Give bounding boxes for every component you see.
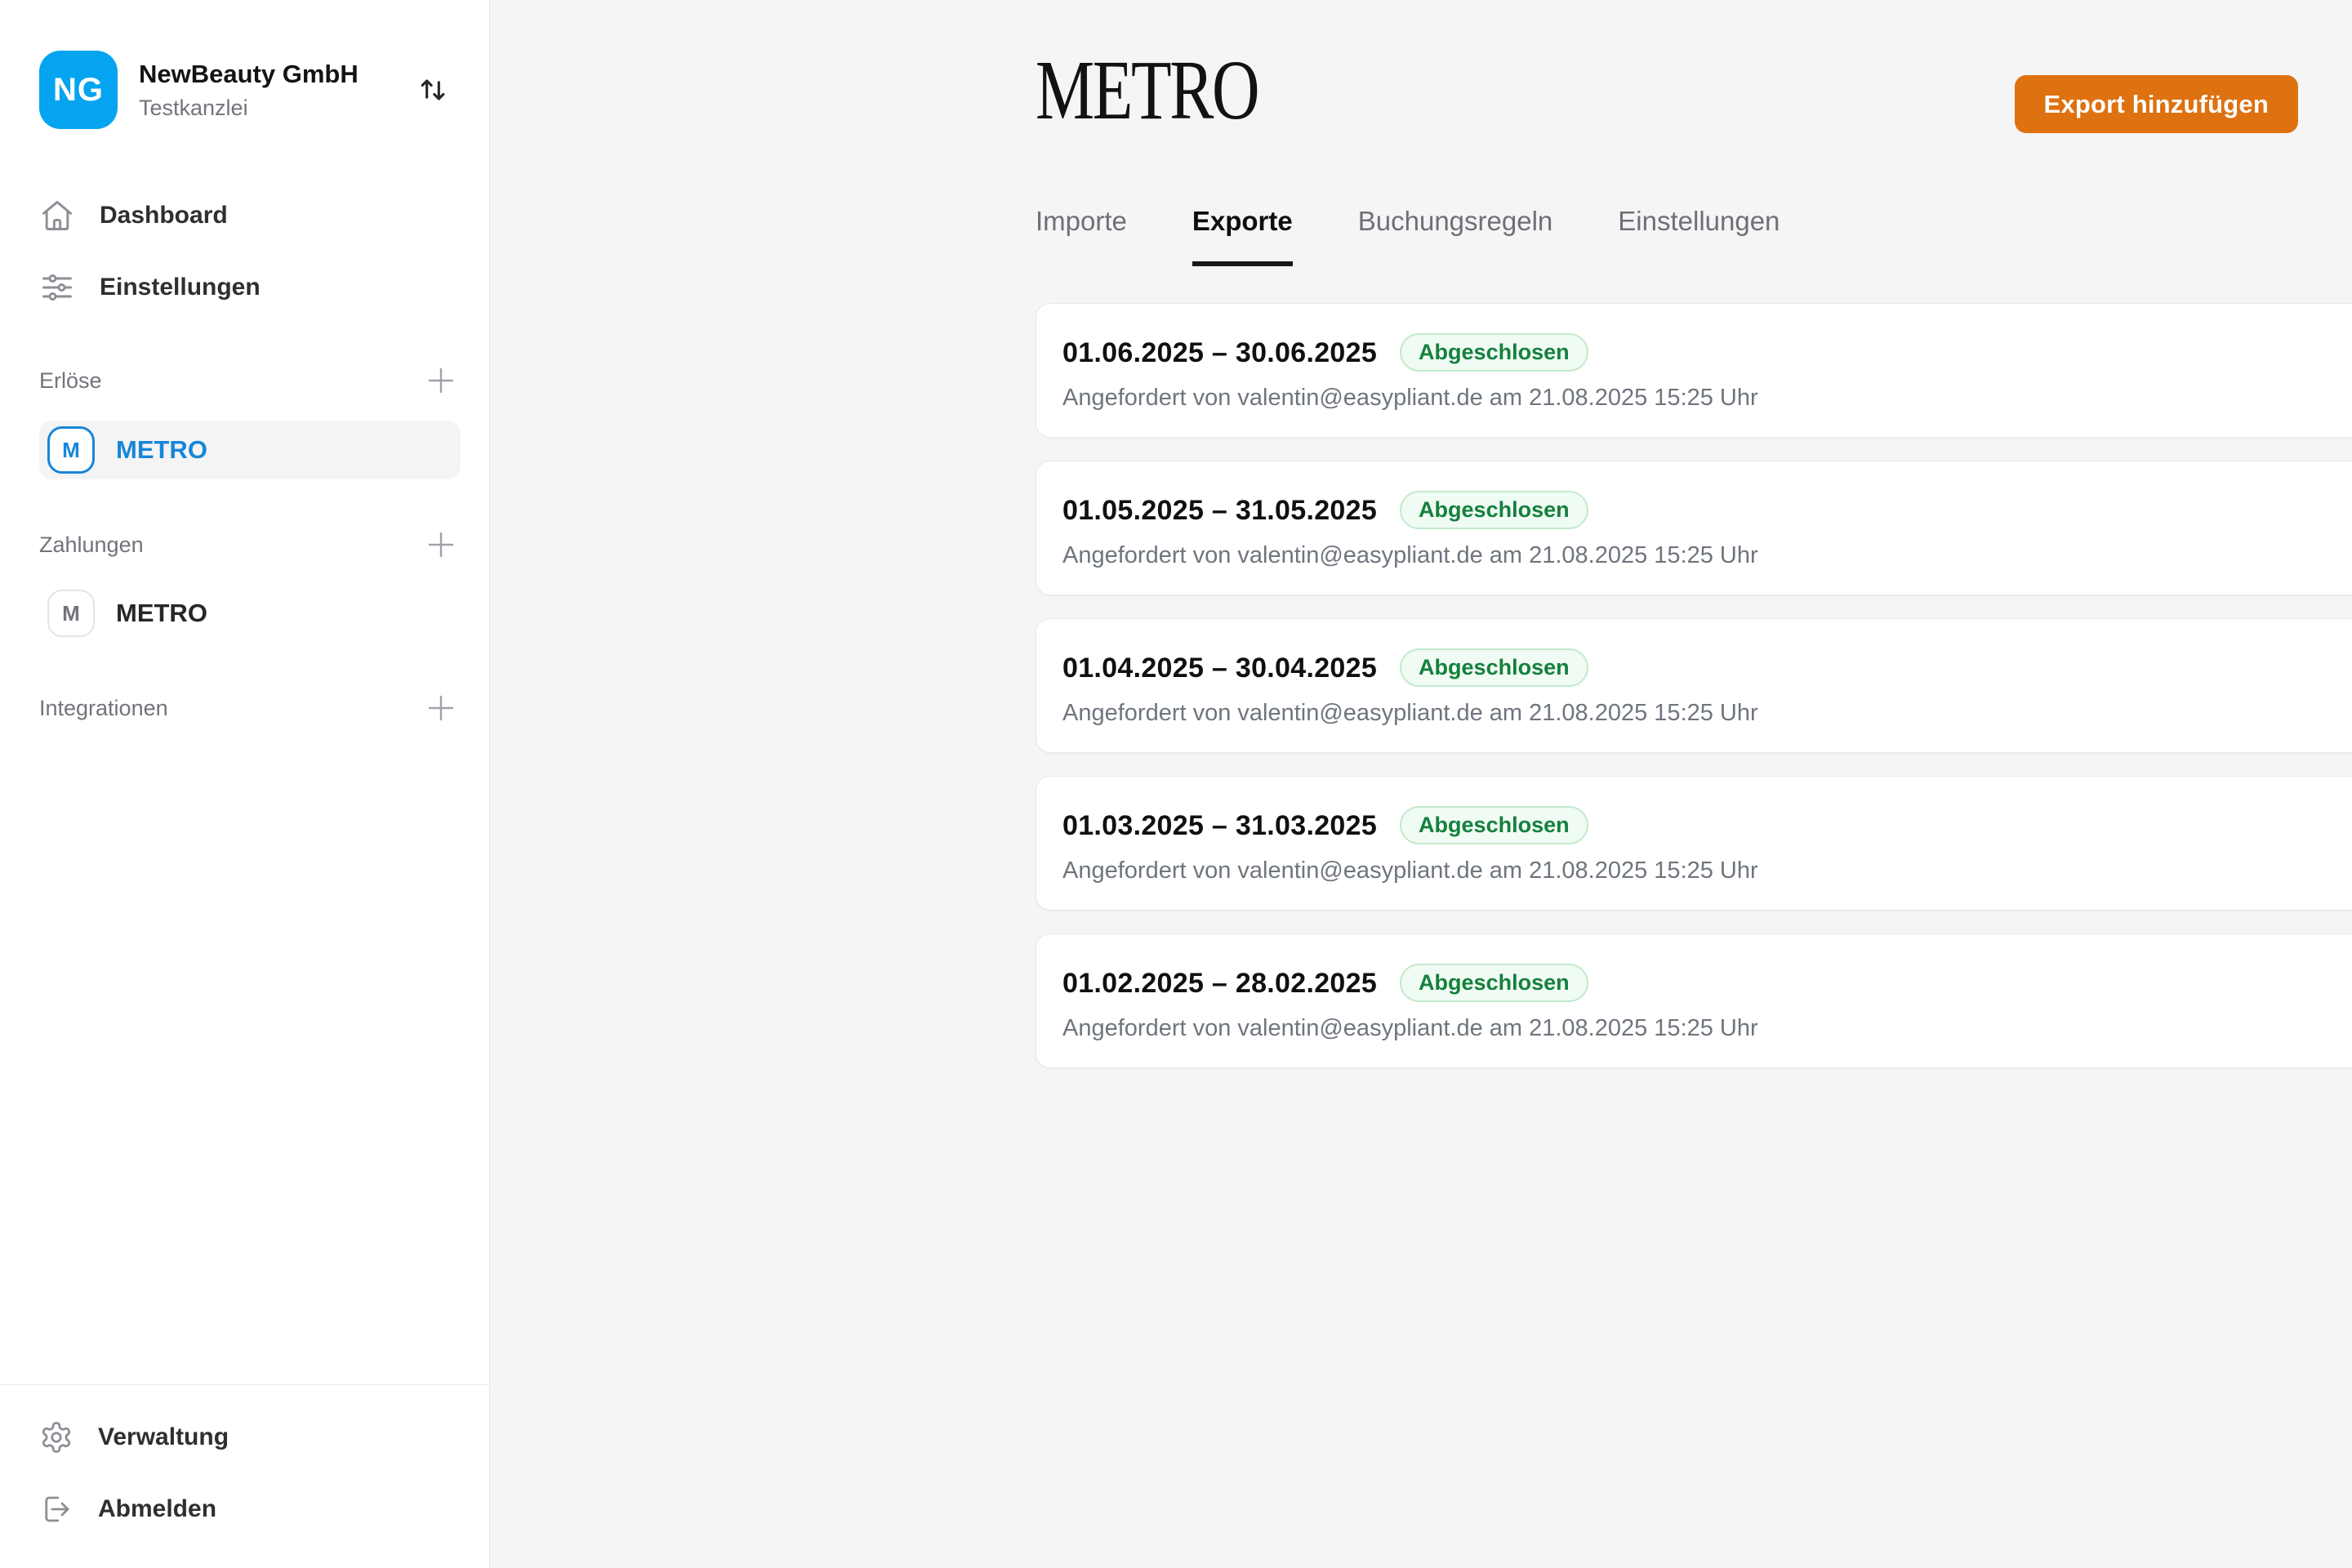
tab-einstellungen[interactable]: Einstellungen: [1618, 206, 1780, 266]
sidebar-item-verwaltung[interactable]: Verwaltung: [39, 1408, 461, 1467]
section-erloese: Erlöse: [39, 351, 461, 410]
sidebar-item-label: METRO: [116, 599, 207, 628]
tab-importe[interactable]: Importe: [1036, 206, 1127, 266]
plus-icon[interactable]: [421, 688, 461, 728]
section-zahlungen: Zahlungen: [39, 515, 461, 574]
export-meta: Angefordert von valentin@easypliant.de a…: [1062, 385, 2352, 410]
sliders-icon: [39, 270, 75, 305]
export-date-range: 01.06.2025 – 30.06.2025: [1062, 336, 1377, 370]
export-date-range: 01.05.2025 – 31.05.2025: [1062, 493, 1377, 528]
plus-icon[interactable]: [421, 361, 461, 400]
status-badge: Abgeschlosen: [1400, 333, 1588, 372]
export-meta: Angefordert von valentin@easypliant.de a…: [1062, 1016, 2352, 1040]
section-label: Integrationen: [39, 696, 168, 721]
tab-buchungsregeln[interactable]: Buchungsregeln: [1358, 206, 1553, 266]
sidebar-item-label: Verwaltung: [98, 1423, 229, 1451]
card-header-row: 01.03.2025 – 31.03.2025 Abgeschlosen: [1062, 806, 2352, 844]
export-card: 01.04.2025 – 30.04.2025 Abgeschlosen Ang…: [1036, 618, 2352, 753]
export-card: 01.02.2025 – 28.02.2025 Abgeschlosen Ang…: [1036, 933, 2352, 1068]
status-badge: Abgeschlosen: [1400, 491, 1588, 529]
export-hinzufuegen-button[interactable]: Export hinzufügen: [2015, 75, 2298, 133]
plus-icon[interactable]: [421, 525, 461, 564]
export-meta: Angefordert von valentin@easypliant.de a…: [1062, 543, 2352, 568]
sidebar-item-metro-zahlungen[interactable]: M METRO: [39, 584, 461, 643]
tab-bar: Importe Exporte Buchungsregeln Einstellu…: [1036, 206, 1780, 266]
org-avatar: NG: [39, 51, 118, 129]
section-integrationen: Integrationen: [39, 679, 461, 737]
sidebar-item-label: Dashboard: [100, 202, 228, 229]
tab-exporte[interactable]: Exporte: [1192, 206, 1293, 266]
export-meta: Angefordert von valentin@easypliant.de a…: [1062, 701, 2352, 725]
export-card: 01.06.2025 – 30.06.2025 Abgeschlosen Ang…: [1036, 303, 2352, 438]
sidebar-item-metro-erloese[interactable]: M METRO: [39, 421, 461, 479]
org-name: NewBeauty GmbH: [139, 60, 359, 89]
main-content: METRO Export hinzufügen Importe Exporte …: [491, 0, 2352, 1568]
sidebar-item-dashboard[interactable]: Dashboard: [39, 186, 461, 245]
sidebar-item-label: METRO: [116, 435, 207, 465]
card-header-row: 01.06.2025 – 30.06.2025 Abgeschlosen: [1062, 333, 2352, 372]
export-date-range: 01.03.2025 – 31.03.2025: [1062, 808, 1377, 843]
up-down-arrows-icon[interactable]: [410, 67, 456, 113]
export-list: 01.06.2025 – 30.06.2025 Abgeschlosen Ang…: [1036, 303, 2352, 1091]
sidebar-item-einstellungen[interactable]: Einstellungen: [39, 258, 461, 317]
org-subtitle: Testkanzlei: [139, 96, 359, 121]
metro-badge: M: [47, 590, 95, 637]
export-card: 01.03.2025 – 31.03.2025 Abgeschlosen Ang…: [1036, 776, 2352, 911]
card-header-row: 01.04.2025 – 30.04.2025 Abgeschlosen: [1062, 648, 2352, 687]
export-date-range: 01.04.2025 – 30.04.2025: [1062, 651, 1377, 685]
logout-icon: [39, 1492, 74, 1526]
sidebar-divider: [0, 1384, 490, 1385]
org-switcher[interactable]: NG NewBeauty GmbH Testkanzlei: [39, 51, 456, 129]
status-badge: Abgeschlosen: [1400, 806, 1588, 844]
section-label: Erlöse: [39, 368, 102, 394]
status-badge: Abgeschlosen: [1400, 648, 1588, 687]
card-header-row: 01.02.2025 – 28.02.2025 Abgeschlosen: [1062, 964, 2352, 1002]
status-badge: Abgeschlosen: [1400, 964, 1588, 1002]
section-label: Zahlungen: [39, 532, 144, 558]
sidebar-item-label: Einstellungen: [100, 274, 261, 301]
export-card: 01.05.2025 – 31.05.2025 Abgeschlosen Ang…: [1036, 461, 2352, 595]
export-meta: Angefordert von valentin@easypliant.de a…: [1062, 858, 2352, 883]
gear-icon: [39, 1420, 74, 1454]
org-texts: NewBeauty GmbH Testkanzlei: [139, 60, 359, 121]
export-date-range: 01.02.2025 – 28.02.2025: [1062, 966, 1377, 1000]
sidebar-item-label: Abmelden: [98, 1495, 216, 1523]
page-title: METRO: [1036, 48, 1258, 133]
card-header-row: 01.05.2025 – 31.05.2025 Abgeschlosen: [1062, 491, 2352, 529]
sidebar-item-abmelden[interactable]: Abmelden: [39, 1480, 461, 1539]
metro-badge: M: [47, 426, 95, 474]
home-icon: [39, 198, 75, 234]
sidebar: NG NewBeauty GmbH Testkanzlei Dashboard: [0, 0, 490, 1568]
